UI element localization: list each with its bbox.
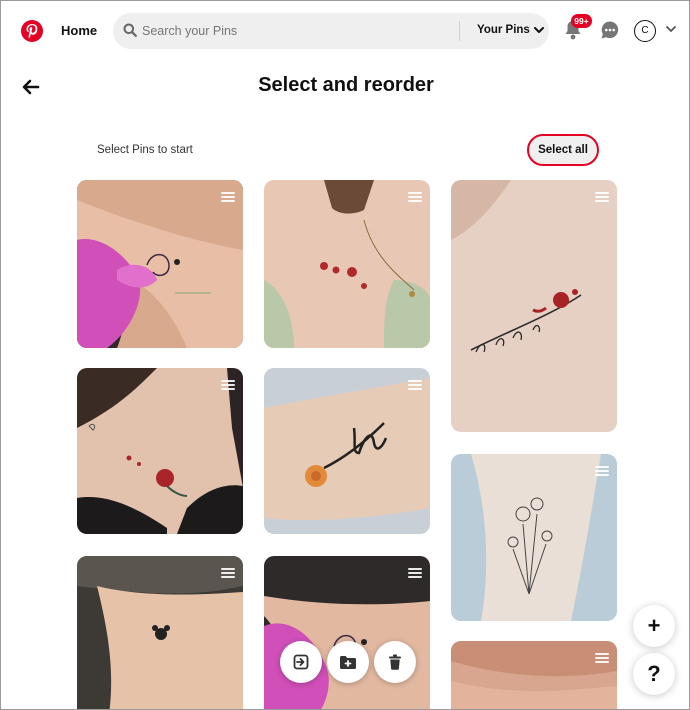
pin-collarbone-luce-script-rose[interactable]	[451, 180, 617, 432]
search-divider	[459, 21, 460, 41]
app-window: Home Search your Pins Your Pins 99+ C Se…	[0, 0, 690, 710]
pin-forearm-luz-flower[interactable]	[264, 368, 430, 534]
pin-chest-rose[interactable]	[77, 368, 243, 534]
create-button[interactable]: +	[633, 605, 675, 647]
drag-handle-icon[interactable]	[221, 192, 235, 204]
trash-icon	[389, 654, 401, 670]
pin-image	[264, 368, 430, 534]
pin-image	[451, 180, 617, 432]
search-scope-label: Your Pins	[477, 24, 530, 36]
add-to-board-icon	[340, 656, 356, 669]
drag-handle-icon[interactable]	[595, 466, 609, 478]
pin-image	[77, 556, 243, 709]
drag-handle-icon[interactable]	[595, 653, 609, 665]
pin-skin-partial[interactable]	[451, 641, 617, 709]
drag-handle-icon[interactable]	[221, 568, 235, 580]
page-title: Select and reorder	[258, 74, 434, 96]
move-icon	[293, 654, 309, 670]
help-button[interactable]: ?	[633, 653, 675, 695]
add-to-board-button[interactable]	[327, 641, 369, 683]
drag-handle-icon[interactable]	[408, 568, 422, 580]
select-all-button[interactable]: Select all	[527, 134, 599, 166]
delete-pins-button[interactable]	[374, 641, 416, 683]
pin-image	[264, 180, 430, 348]
search-scope-dropdown[interactable]: Your Pins	[477, 24, 544, 36]
pin-wrist-heart-paw[interactable]	[77, 180, 243, 348]
move-pins-button[interactable]	[280, 641, 322, 683]
pin-image	[77, 368, 243, 534]
search-input[interactable]: Search your Pins	[142, 24, 237, 38]
pinterest-logo[interactable]	[21, 20, 43, 42]
select-hint: Select Pins to start	[97, 144, 193, 156]
pin-image	[451, 641, 617, 709]
drag-handle-icon[interactable]	[595, 192, 609, 204]
home-link[interactable]: Home	[61, 23, 97, 38]
account-avatar[interactable]: C	[634, 20, 656, 42]
notifications-badge: 99+	[571, 14, 592, 28]
search-icon	[123, 23, 137, 37]
pin-image	[264, 556, 430, 709]
pin-wrist-heart-paw-glove[interactable]	[264, 556, 430, 709]
pin-calf-wildflowers[interactable]	[451, 454, 617, 621]
pin-wrist-panda[interactable]	[77, 556, 243, 709]
pin-collarbone-roses-necklace[interactable]	[264, 180, 430, 348]
search-bar[interactable]: Search your Pins Your Pins	[113, 13, 549, 49]
pin-image	[451, 454, 617, 621]
chevron-down-icon[interactable]	[666, 26, 676, 33]
messages-icon[interactable]	[600, 20, 620, 40]
drag-handle-icon[interactable]	[408, 380, 422, 392]
drag-handle-icon[interactable]	[408, 192, 422, 204]
drag-handle-icon[interactable]	[221, 380, 235, 392]
pin-image	[77, 180, 243, 348]
chevron-down-icon	[533, 26, 544, 33]
top-nav: Home Search your Pins Your Pins 99+ C	[1, 1, 689, 61]
